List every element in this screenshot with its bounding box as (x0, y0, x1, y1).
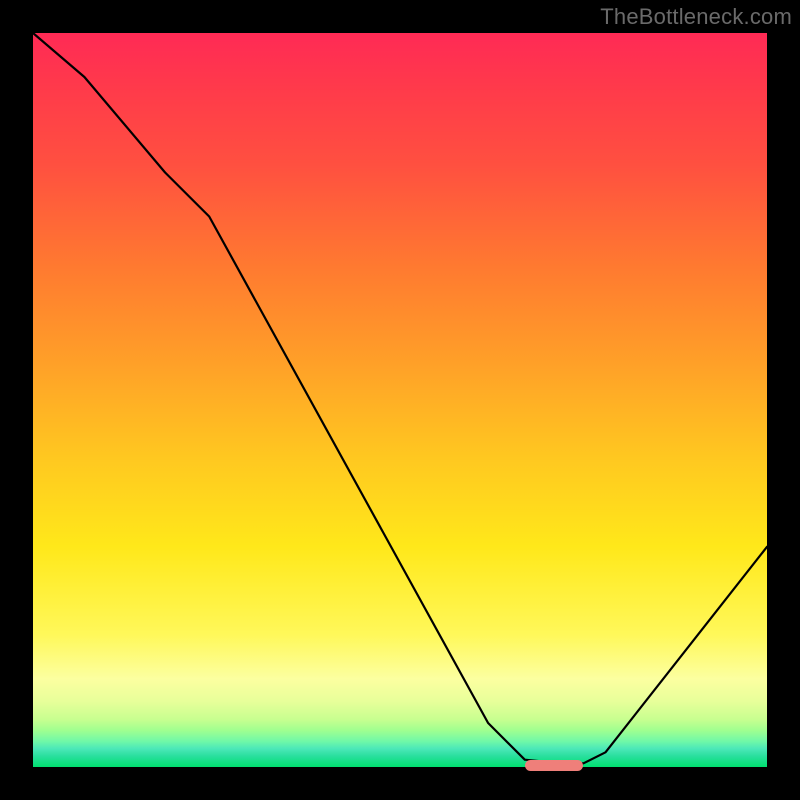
chart-frame: TheBottleneck.com (0, 0, 800, 800)
minimum-marker (525, 760, 584, 771)
bottleneck-curve (33, 33, 767, 767)
plot-area (33, 33, 767, 767)
watermark-text: TheBottleneck.com (600, 4, 792, 30)
